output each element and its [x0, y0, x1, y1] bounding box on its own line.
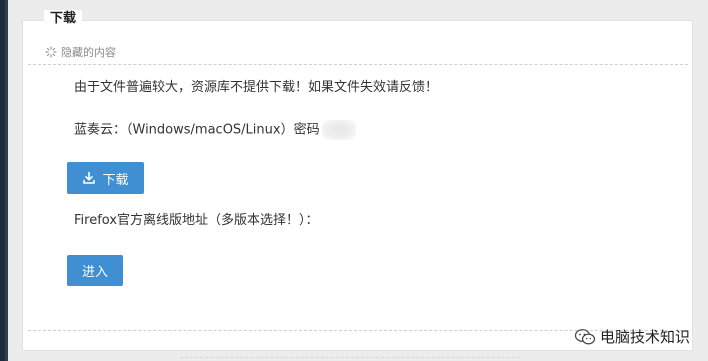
enter-button[interactable]: 进入 [67, 255, 123, 286]
download-button[interactable]: 下载 [67, 162, 144, 194]
hidden-content-header: 隐藏的内容 [45, 44, 116, 60]
wechat-watermark: 电脑技术知识 [574, 326, 690, 347]
bottom-divider [180, 357, 520, 358]
watermark-text: 电脑技术知识 [599, 328, 690, 346]
lanzou-text: 蓝奏云：（Windows/macOS/Linux）密码 [74, 122, 320, 138]
wechat-icon [574, 328, 596, 344]
enter-button-label: 进入 [81, 265, 108, 280]
hidden-content-label: 隐藏的内容 [61, 46, 116, 59]
firefox-line: Firefox官方离线版地址（多版本选择！）： [74, 213, 319, 228]
lanzou-line: 蓝奏云：（Windows/macOS/Linux）密码 [74, 120, 356, 140]
panel-title: 下载 [44, 10, 83, 28]
spinner-icon [45, 46, 57, 58]
download-button-label: 下载 [102, 172, 129, 188]
window-left-edge [0, 0, 8, 361]
password-redacted [321, 120, 356, 140]
notice-text: 由于文件普遍较大，资源库不提供下载！如果文件失效请反馈！ [74, 80, 439, 95]
download-icon [83, 171, 96, 184]
hidden-top-divider [28, 64, 688, 65]
